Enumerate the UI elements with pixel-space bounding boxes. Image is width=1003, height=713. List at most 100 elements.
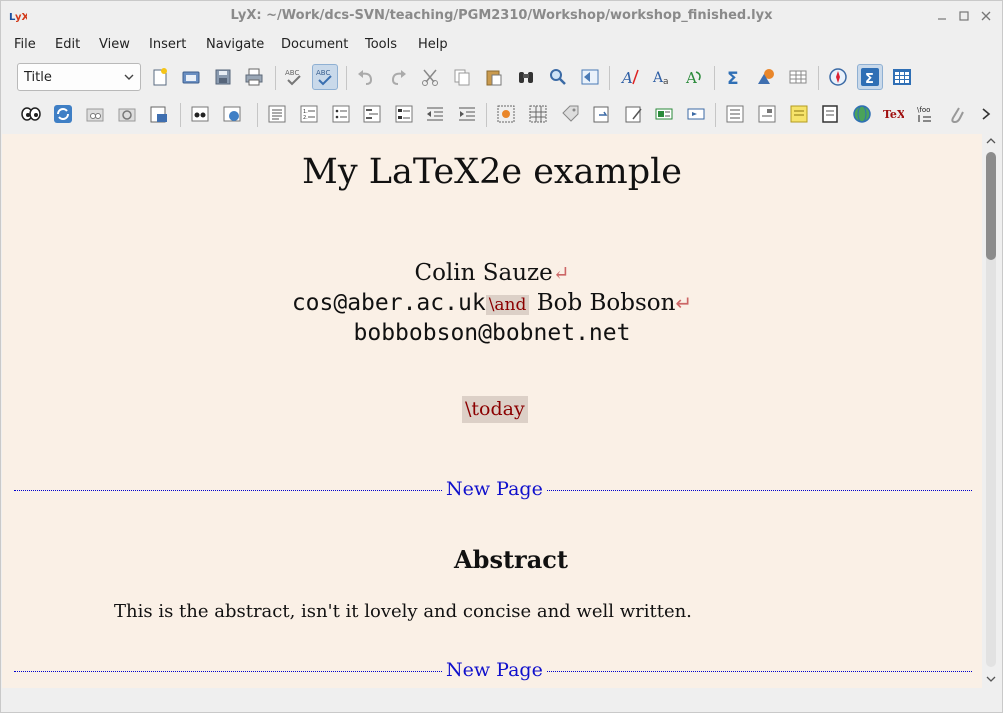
index-entry-icon — [655, 108, 673, 120]
toolbar-separator — [609, 66, 610, 90]
paste-icon — [486, 70, 502, 86]
description-button[interactable] — [359, 101, 385, 127]
text-style-button[interactable]: A — [617, 64, 643, 90]
index-entry-button[interactable] — [651, 101, 677, 127]
insert-graphics-button[interactable] — [753, 64, 779, 90]
author-line-2: cos@aber.ac.uk \and Bob Bobson↵ — [2, 290, 982, 316]
view-other-button[interactable] — [82, 101, 108, 127]
new-page-marker[interactable]: New Page — [14, 478, 972, 502]
apply-font-button[interactable]: Aa — [649, 64, 675, 90]
citation-button[interactable] — [621, 101, 647, 127]
cut-button[interactable] — [417, 64, 443, 90]
more-toolbar-button[interactable] — [975, 101, 997, 127]
menu-edit[interactable]: Edit — [55, 37, 80, 52]
list-button[interactable] — [391, 101, 417, 127]
today-command[interactable]: \today — [462, 396, 528, 423]
decrease-depth-button[interactable] — [422, 101, 448, 127]
save-button[interactable] — [210, 64, 236, 90]
update-button[interactable] — [50, 101, 76, 127]
vertical-scrollbar[interactable] — [982, 134, 1001, 688]
hyperlink-button[interactable] — [849, 101, 875, 127]
standard-layout-button[interactable] — [264, 101, 290, 127]
menu-view[interactable]: View — [99, 37, 130, 52]
paste-button[interactable] — [481, 64, 507, 90]
search-icon — [550, 69, 566, 85]
menu-tools[interactable]: Tools — [365, 37, 397, 52]
copy-button[interactable] — [449, 64, 475, 90]
new-document-button[interactable] — [147, 64, 173, 90]
view-button[interactable] — [18, 101, 44, 127]
svg-text:A: A — [685, 69, 697, 87]
insert-table-button[interactable] — [785, 64, 811, 90]
svg-text:A: A — [620, 69, 633, 87]
box-layout-button[interactable] — [754, 101, 780, 127]
and-command[interactable]: \and — [485, 295, 530, 315]
list-icon — [395, 105, 413, 123]
box-button[interactable] — [817, 101, 843, 127]
attachment-button[interactable] — [943, 101, 969, 127]
document-view[interactable]: My LaTeX2e example Colin Sauze↵ cos@aber… — [2, 134, 982, 688]
cross-reference-button[interactable] — [589, 101, 615, 127]
tex-code-button[interactable]: TeX — [880, 101, 906, 127]
compass-icon — [829, 68, 847, 86]
menu-file[interactable]: File — [14, 37, 36, 52]
itemize-button[interactable] — [328, 101, 354, 127]
update-other-button[interactable] — [114, 101, 140, 127]
title-bar: L yX LyX: ~/Work/dcs-SVN/teaching/PGM231… — [1, 1, 1002, 31]
chevron-down-icon[interactable] — [986, 674, 996, 684]
note-button[interactable] — [786, 101, 812, 127]
description-list-icon — [363, 105, 381, 123]
increase-depth-button[interactable] — [454, 101, 480, 127]
navigate-back-button[interactable] — [577, 64, 603, 90]
svg-text:TeX: TeX — [883, 108, 904, 121]
insert-table-icon — [789, 70, 807, 84]
float-table-button[interactable] — [525, 101, 551, 127]
second-author-email: bobbobson@bobnet.net — [353, 320, 631, 346]
continuous-spellcheck-button[interactable]: ABC — [312, 64, 338, 90]
new-page-marker[interactable]: New Page — [14, 659, 972, 683]
menu-navigate[interactable]: Navigate — [206, 37, 264, 52]
chevron-up-icon[interactable] — [986, 136, 996, 146]
spellcheck-button[interactable]: ABC — [281, 64, 307, 90]
print-button[interactable] — [241, 64, 267, 90]
bullet-list-icon — [332, 105, 350, 123]
math-button[interactable]: Σ — [721, 64, 747, 90]
float-figure-button[interactable] — [493, 101, 519, 127]
change-tracking-button[interactable]: A — [681, 64, 707, 90]
toolbar-separator — [257, 103, 258, 127]
close-button[interactable] — [977, 7, 995, 25]
undo-button[interactable] — [353, 64, 379, 90]
open-document-button[interactable] — [178, 64, 204, 90]
master-view-button[interactable] — [187, 101, 213, 127]
minimize-button[interactable] — [933, 7, 951, 25]
enumerate-button[interactable]: 1. 2. — [296, 101, 322, 127]
scrollbar-thumb[interactable] — [986, 152, 996, 260]
svg-text:Σ: Σ — [865, 72, 874, 87]
refresh-icon — [54, 105, 72, 123]
citation-icon — [625, 106, 642, 123]
redo-button[interactable] — [385, 64, 411, 90]
document-title: My LaTeX2e example — [301, 152, 683, 192]
maximize-button[interactable] — [955, 7, 973, 25]
table-toolbar-button[interactable] — [889, 64, 915, 90]
branch-button[interactable]: \foo — [912, 101, 938, 127]
math-macro-button[interactable]: Σ — [857, 64, 883, 90]
navigator-button[interactable] — [825, 64, 851, 90]
update-other-icon — [118, 108, 136, 122]
export-button[interactable] — [146, 101, 172, 127]
menu-document[interactable]: Document — [281, 37, 348, 52]
new-document-icon — [153, 68, 167, 86]
find-replace-button[interactable] — [545, 64, 571, 90]
master-update-button[interactable] — [219, 101, 245, 127]
branch-icon: \foo — [917, 106, 931, 122]
label-button[interactable] — [557, 101, 583, 127]
margin-note-button[interactable] — [722, 101, 748, 127]
text-style-icon: A — [620, 69, 639, 87]
footnote-button[interactable] — [683, 101, 709, 127]
eyes-icon — [21, 107, 41, 121]
toolbar-separator — [275, 66, 276, 90]
menu-insert[interactable]: Insert — [149, 37, 186, 52]
menu-help[interactable]: Help — [418, 37, 448, 52]
find-button[interactable] — [513, 64, 539, 90]
open-document-icon — [182, 71, 200, 84]
